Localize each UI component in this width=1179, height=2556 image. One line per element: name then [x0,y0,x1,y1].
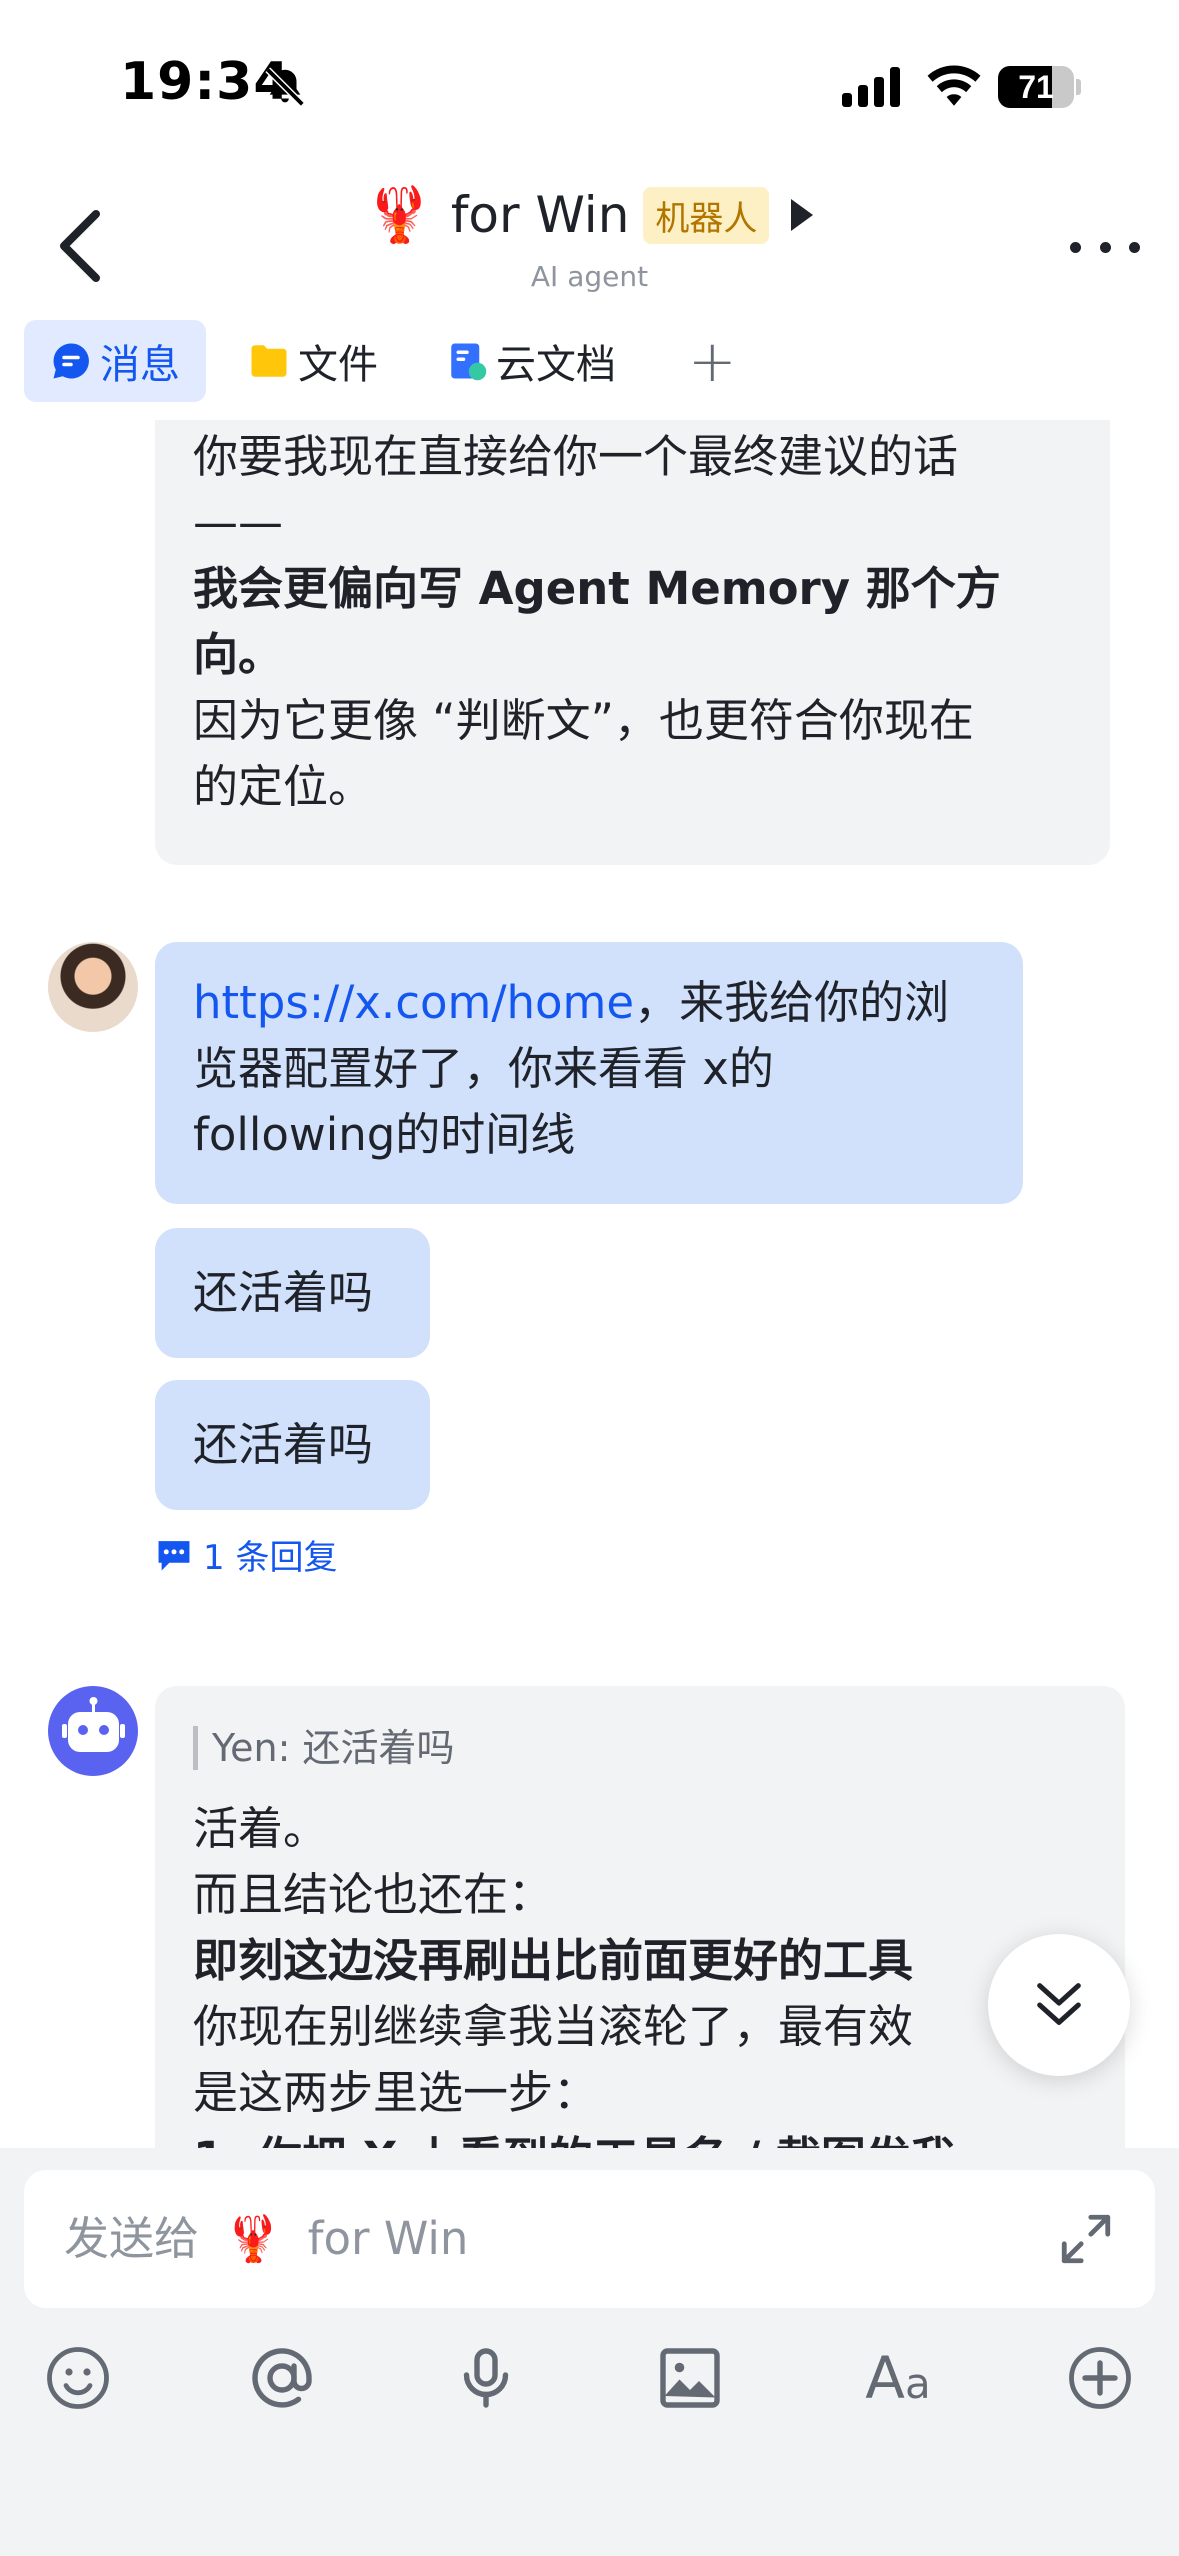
battery-indicator: 71 [998,66,1081,108]
voice-button[interactable] [446,2338,526,2418]
reply-thread-link[interactable]: 1 条回复 [155,1530,337,1579]
emoji-button[interactable] [38,2338,118,2418]
user-message[interactable]: 还活着吗 [155,1228,430,1358]
message-icon [53,343,89,379]
message-text: —— [193,496,283,549]
expand-icon[interactable] [1057,2210,1115,2268]
text-format-icon: Aa [865,2344,931,2412]
input-toolbar: Aa [0,2338,1179,2438]
plus-circle-icon [1069,2347,1131,2409]
message-text: 活着。 [193,1802,329,1855]
user-avatar[interactable] [48,942,138,1032]
quoted-message[interactable]: Yen: 还活着吗 [193,1726,1113,1770]
message-text: following的时间线 [193,1108,576,1161]
user-message[interactable]: 还活着吗 [155,1380,430,1510]
image-button[interactable] [650,2338,730,2418]
tab-docs[interactable]: 云文档 [420,320,642,402]
message-list[interactable]: 你要我现在直接给你一个最终建议的话 —— 我会更偏向写 Agent Memory… [0,420,1179,2148]
mention-button[interactable] [242,2338,322,2418]
reply-thread-label: 1 条回复 [203,1538,338,1578]
user-message[interactable]: https://x.com/home，来我给你的浏 览器配置好了，你来看看 x的… [155,942,1023,1204]
message-text: 还活着吗 [193,1418,374,1471]
chat-header: 🦞 for Win 机器人 AI agent 消息 文件 云文档 + [0,150,1179,420]
scroll-to-bottom-button[interactable] [988,1934,1130,2076]
reply-thread-icon [158,1540,190,1570]
doc-icon [451,343,487,381]
lobster-icon: 🦞 [225,2212,282,2265]
double-chevron-down-icon [1037,1983,1081,2025]
bot-avatar[interactable] [48,1686,138,1776]
message-text-bold: 1. 你把 X 上看到的工具名 / 截图发我 [193,2126,1113,2148]
tab-files-label: 文件 [298,342,378,388]
message-text-bold: 即刻这边没再刷出比前面更好的工具 [193,1934,914,1987]
message-text: 因为它更像 “判断文”，也更符合你现在 [193,694,974,747]
tab-docs-label: 云文档 [496,342,616,388]
chat-subtitle: AI agent [530,260,649,293]
add-tab-button[interactable]: + [658,327,767,395]
message-text: ，来我给你的浏 [634,976,950,1029]
chat-title-row[interactable]: 🦞 for Win 机器人 [0,180,1179,250]
message-text: 览器配置好了，你来看看 x的 [193,1042,774,1095]
microphone-icon [463,2348,509,2408]
wifi-icon [927,65,981,106]
message-text: 而且结论也还在： [193,1868,554,1921]
folder-icon [251,345,287,377]
lobster-icon: 🦞 [365,183,433,246]
tab-messages[interactable]: 消息 [24,320,206,402]
bot-message[interactable]: Yen: 还活着吗 活着。 而且结论也还在： 即刻这边没再刷出比前面更好的工具 … [155,1686,1125,2148]
message-link[interactable]: https://x.com/home [193,976,634,1029]
message-text-bold: 向。 [193,628,284,681]
battery-level: 71 [1018,69,1054,105]
caret-right-icon [791,199,814,231]
chat-tabs: 消息 文件 云文档 + [24,320,767,402]
input-placeholder: 发送给 🦞 for Win [64,2212,469,2265]
tab-messages-label: 消息 [100,342,180,388]
bot-badge: 机器人 [643,186,770,244]
chat-title: for Win [450,186,630,244]
message-text-bold: 我会更偏向写 Agent Memory 那个方 [193,562,1001,615]
add-more-button[interactable] [1060,2338,1140,2418]
message-text: 还活着吗 [193,1266,374,1319]
bell-slash-icon [265,67,305,107]
status-bar: 19:34 71 [0,0,1179,150]
bot-message[interactable]: 你要我现在直接给你一个最终建议的话 —— 我会更偏向写 Agent Memory… [155,420,1110,865]
at-icon [252,2348,312,2408]
message-text: 你要我现在直接给你一个最终建议的话 [193,430,959,483]
more-button[interactable] [1070,232,1140,262]
message-text: 是这两步里选一步： [193,2066,599,2119]
image-icon [660,2348,720,2408]
input-area: 发送给 🦞 for Win Aa [0,2148,1179,2556]
message-input[interactable]: 发送给 🦞 for Win [24,2170,1155,2308]
emoji-icon [47,2347,109,2409]
message-text: 的定位。 [193,760,374,813]
tab-files[interactable]: 文件 [222,320,404,402]
signal-icon [842,67,900,107]
message-text: 你现在别继续拿我当滚轮了，最有效 [193,2000,914,2053]
robot-icon [62,1697,125,1752]
text-format-button[interactable]: Aa [858,2338,938,2418]
